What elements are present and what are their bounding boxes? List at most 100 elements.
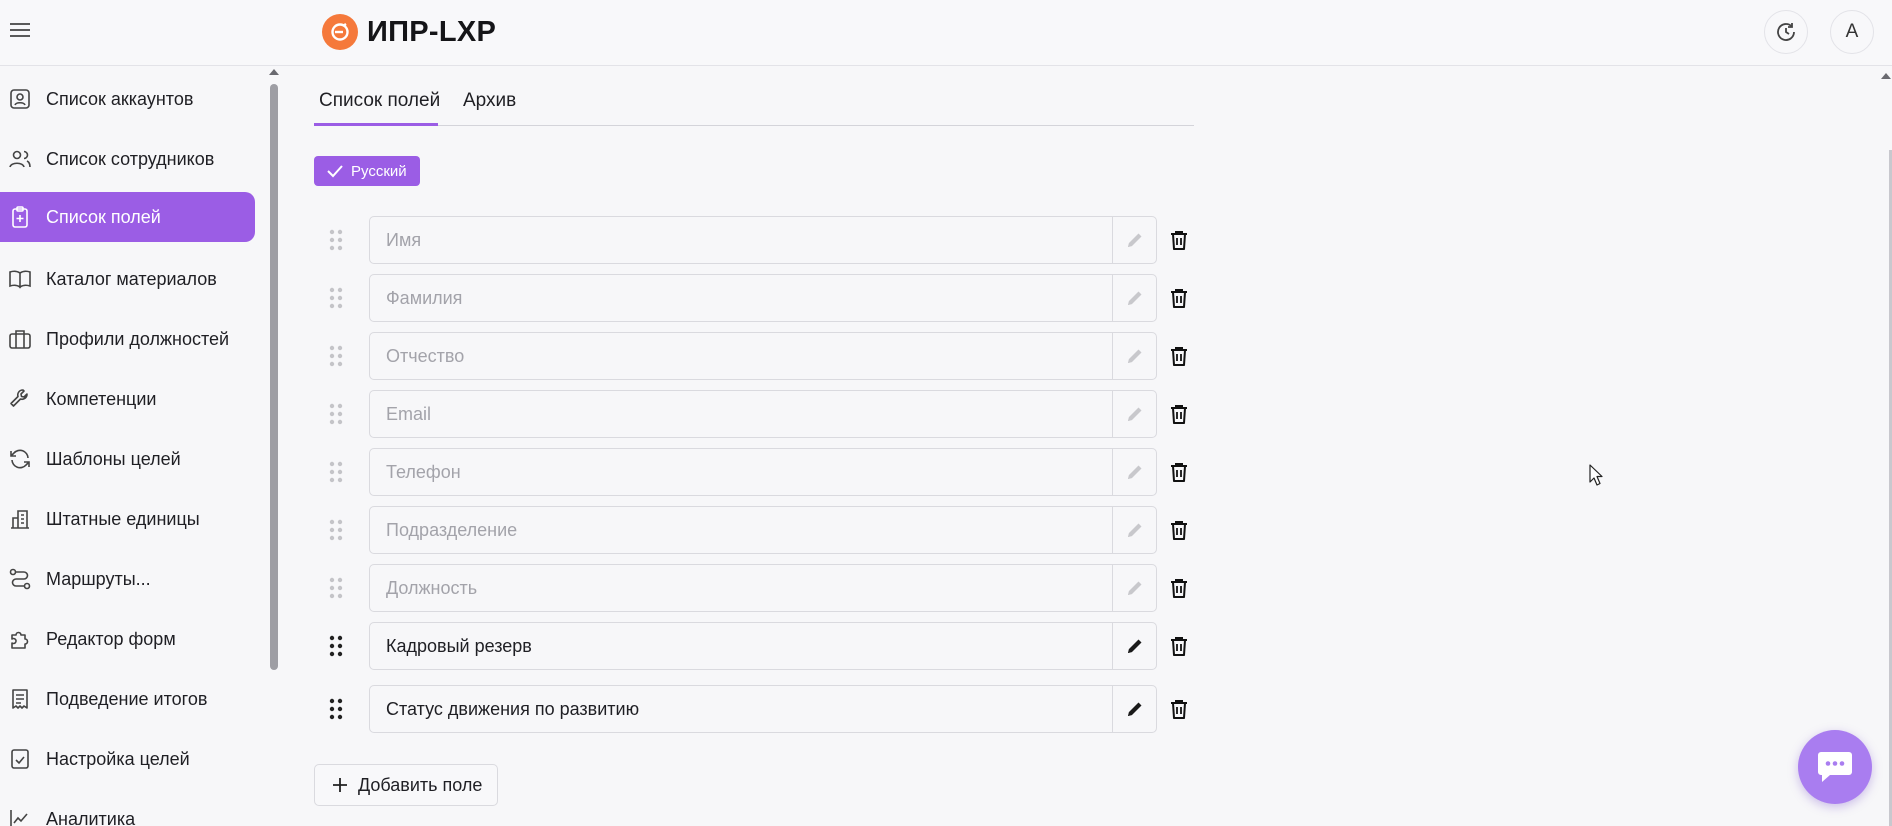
drag-handle-icon[interactable] xyxy=(328,460,344,484)
sidebar-scroll-up-arrow[interactable] xyxy=(268,66,280,78)
edit-field-button[interactable] xyxy=(1112,333,1157,379)
language-chip[interactable]: Русский xyxy=(314,156,420,186)
sidebar-item-routes[interactable]: Маршруты... xyxy=(0,554,255,604)
drag-handle-icon[interactable] xyxy=(328,697,344,721)
app-logo[interactable]: ИПР-LXP xyxy=(322,12,496,52)
sidebar-item-employees[interactable]: Список сотрудников xyxy=(0,134,255,184)
field-name-input[interactable] xyxy=(370,391,1112,437)
trash-icon xyxy=(1171,405,1187,424)
chart-line-icon xyxy=(10,810,28,826)
field-name-input[interactable] xyxy=(370,217,1112,263)
sidebar-scrollbar-thumb[interactable] xyxy=(270,84,278,670)
edit-field-button[interactable] xyxy=(1112,565,1157,611)
field-box xyxy=(369,390,1157,438)
drag-handle-icon[interactable] xyxy=(328,402,344,426)
field-name-input[interactable] xyxy=(370,507,1112,553)
pencil-icon xyxy=(1128,291,1142,305)
delete-field-button[interactable] xyxy=(1167,576,1191,600)
pencil-icon xyxy=(1128,581,1142,595)
delete-field-button[interactable] xyxy=(1167,634,1191,658)
avatar-button[interactable]: A xyxy=(1830,10,1874,54)
history-button[interactable] xyxy=(1764,10,1808,54)
field-name-input[interactable] xyxy=(370,623,1112,669)
sidebar-item-label: Штатные единицы xyxy=(46,508,200,529)
users-icon xyxy=(9,150,31,168)
pencil-icon xyxy=(1128,465,1142,479)
field-name-input[interactable] xyxy=(370,275,1112,321)
delete-field-button[interactable] xyxy=(1167,697,1191,721)
field-row xyxy=(314,685,1214,733)
sidebar-item-competencies[interactable]: Компетенции xyxy=(0,374,255,424)
add-field-label: Добавить поле xyxy=(358,774,483,795)
edit-field-button[interactable] xyxy=(1112,275,1157,321)
avatar-letter: A xyxy=(1845,21,1859,42)
edit-field-button[interactable] xyxy=(1112,217,1157,263)
trash-icon xyxy=(1171,521,1187,540)
plus-icon xyxy=(333,778,347,792)
drag-handle-icon[interactable] xyxy=(328,286,344,310)
edit-field-button[interactable] xyxy=(1112,623,1157,669)
check-icon xyxy=(327,165,343,178)
sidebar-item-fields[interactable]: Список полей xyxy=(0,192,255,242)
briefcase-icon xyxy=(9,330,31,349)
drag-handle-icon[interactable] xyxy=(328,518,344,542)
trash-icon xyxy=(1171,637,1187,656)
delete-field-button[interactable] xyxy=(1167,228,1191,252)
field-row xyxy=(314,622,1214,670)
page-scroll-up-arrow[interactable] xyxy=(1880,70,1892,82)
edit-field-button[interactable] xyxy=(1112,507,1157,553)
menu-icon[interactable] xyxy=(8,18,32,42)
trash-icon xyxy=(1171,579,1187,598)
sidebar-item-goal-settings[interactable]: Настройка целей xyxy=(0,734,255,784)
sidebar-item-label: Подведение итогов xyxy=(46,688,208,709)
drag-handle-icon[interactable] xyxy=(328,344,344,368)
edit-field-button[interactable] xyxy=(1112,686,1157,732)
delete-field-button[interactable] xyxy=(1167,402,1191,426)
pencil-icon xyxy=(1128,639,1142,653)
add-field-button[interactable]: Добавить поле xyxy=(314,764,498,806)
active-tab-indicator xyxy=(314,123,438,126)
sidebar-item-label: Список сотрудников xyxy=(46,148,215,169)
sidebar-item-form-editor[interactable]: Редактор форм xyxy=(0,614,255,664)
sidebar-item-accounts[interactable]: Список аккаунтов xyxy=(0,74,255,124)
edit-field-button[interactable] xyxy=(1112,449,1157,495)
history-icon xyxy=(1777,23,1795,41)
sidebar-item-catalog[interactable]: Каталог материалов xyxy=(0,254,255,304)
top-header: ИПР-LXP A xyxy=(0,0,1892,66)
delete-field-button[interactable] xyxy=(1167,286,1191,310)
delete-field-button[interactable] xyxy=(1167,344,1191,368)
trash-icon xyxy=(1171,700,1187,719)
sidebar-item-staff-units[interactable]: Штатные единицы xyxy=(0,494,255,544)
route-icon xyxy=(9,568,31,590)
sidebar-item-label: Настройка целей xyxy=(46,748,190,769)
edit-field-button[interactable] xyxy=(1112,391,1157,437)
app-title: ИПР-LXP xyxy=(367,15,497,48)
sidebar-item-label: Маршруты... xyxy=(46,568,151,589)
delete-field-button[interactable] xyxy=(1167,460,1191,484)
sidebar: Список аккаунтов Список сотрудников Спис… xyxy=(0,66,280,826)
chat-icon xyxy=(1818,752,1852,782)
field-name-input[interactable] xyxy=(370,333,1112,379)
field-box xyxy=(369,216,1157,264)
sidebar-item-analytics[interactable]: Аналитика xyxy=(0,794,255,826)
chat-button[interactable] xyxy=(1798,730,1872,804)
refresh-icon xyxy=(10,449,30,469)
field-box xyxy=(369,506,1157,554)
sidebar-item-goal-templates[interactable]: Шаблоны целей xyxy=(0,434,255,484)
language-label: Русский xyxy=(351,162,407,180)
pencil-icon xyxy=(1128,702,1142,716)
delete-field-button[interactable] xyxy=(1167,518,1191,542)
tab-fields-list[interactable]: Список полей xyxy=(319,76,440,126)
tab-archive[interactable]: Архив xyxy=(463,76,516,126)
drag-handle-icon[interactable] xyxy=(328,576,344,600)
sidebar-item-summary[interactable]: Подведение итогов xyxy=(0,674,255,724)
sidebar-item-job-profiles[interactable]: Профили должностей xyxy=(0,314,255,364)
field-name-input[interactable] xyxy=(370,565,1112,611)
field-box xyxy=(369,332,1157,380)
drag-handle-icon[interactable] xyxy=(328,634,344,658)
field-name-input[interactable] xyxy=(370,449,1112,495)
drag-handle-icon[interactable] xyxy=(328,228,344,252)
logo-mark-icon xyxy=(322,14,358,50)
trash-icon xyxy=(1171,347,1187,366)
field-name-input[interactable] xyxy=(370,686,1112,732)
